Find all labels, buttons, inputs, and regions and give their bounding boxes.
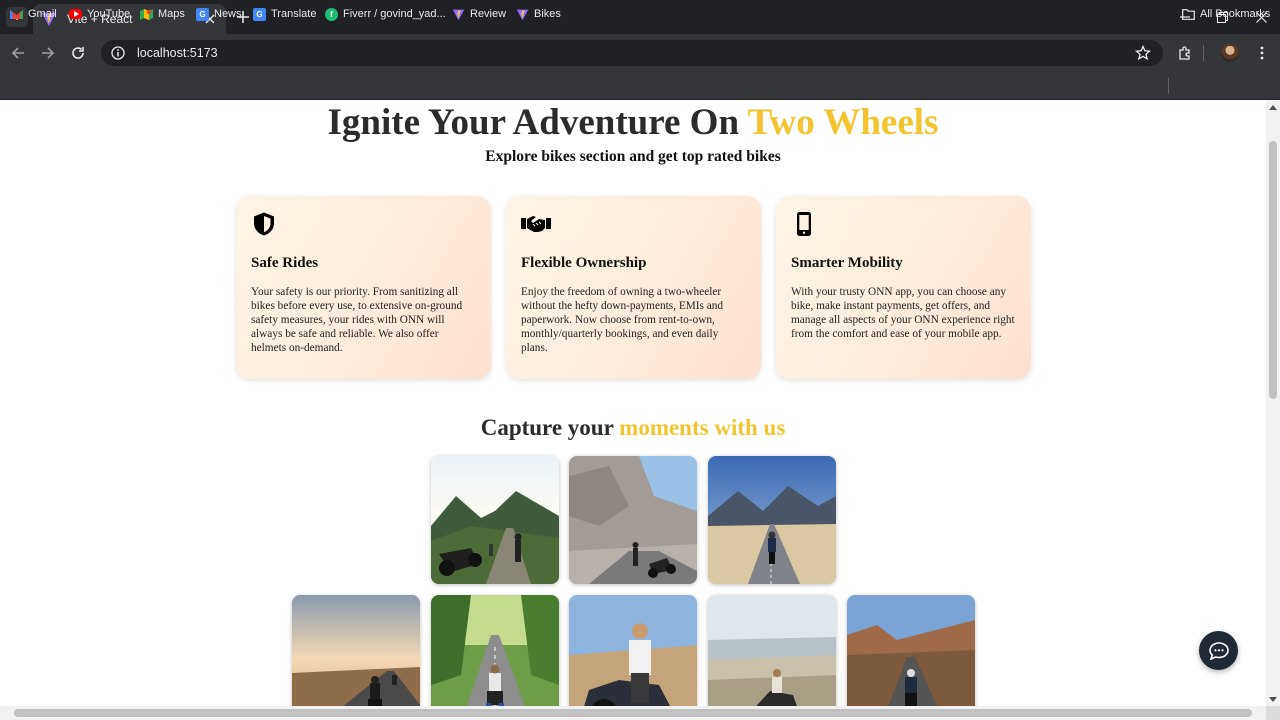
bookmark-label: Gmail	[28, 8, 57, 20]
hero-subtitle: Explore bikes section and get top rated …	[485, 148, 781, 165]
bookmark-label: Translate	[271, 8, 317, 20]
bookmark-news[interactable]: G News	[196, 5, 242, 23]
folder-icon	[1182, 8, 1195, 21]
vite-icon	[516, 8, 529, 21]
gallery-title-main: Capture your	[480, 415, 620, 440]
scroll-up-arrow-icon[interactable]	[1269, 105, 1277, 110]
gallery-photo[interactable]	[431, 595, 559, 706]
bookmarks-bar	[0, 72, 1280, 100]
feature-text: With your trusty ONN app, you can choose…	[791, 286, 1015, 340]
bookmark-translate[interactable]: G Translate	[253, 5, 316, 23]
hero-title-accent: Two Wheels	[747, 102, 939, 143]
vite-icon	[452, 8, 465, 21]
all-bookmarks-label: All Bookmarks	[1200, 8, 1271, 20]
news-icon: G	[196, 7, 209, 21]
bookmark-label: Review	[470, 8, 507, 20]
gallery-photo[interactable]	[708, 456, 836, 584]
feature-title: Smarter Mobility	[791, 255, 903, 271]
gallery-photo[interactable]	[431, 456, 559, 584]
hero-title: Ignite Your Adventure On Two Wheels	[0, 101, 1266, 144]
reload-icon	[72, 47, 84, 59]
arrow-right-icon	[42, 47, 55, 59]
bookmark-review[interactable]: Review	[452, 5, 506, 23]
bookmark-maps[interactable]: Maps	[140, 5, 185, 23]
feature-title: Safe Rides	[251, 255, 319, 271]
page-viewport: Ignite Your Adventure On Two Wheels Expl…	[0, 101, 1266, 706]
browser-tab-strip: Vite + React	[0, 0, 1280, 34]
feature-text: Enjoy the freedom of owning a two-wheele…	[521, 286, 724, 354]
gallery-photo[interactable]	[569, 456, 697, 584]
chat-bubble-icon	[1208, 641, 1229, 660]
back-button[interactable]	[8, 43, 28, 63]
bookmark-label: YouTube	[87, 8, 131, 20]
feature-text: Your safety is our priority. From saniti…	[251, 286, 463, 354]
scrollbar-corner	[1266, 706, 1280, 720]
extensions-button[interactable]	[1176, 44, 1194, 62]
bookmarks-divider	[1168, 78, 1169, 94]
horizontal-scroll-thumb[interactable]	[14, 709, 1252, 717]
gallery-title: Capture your moments with us	[0, 415, 1266, 441]
youtube-icon	[69, 9, 82, 19]
gallery-photo[interactable]	[569, 595, 697, 706]
bookmark-star-icon[interactable]	[1134, 44, 1152, 61]
kebab-menu-icon	[1260, 46, 1264, 60]
all-bookmarks-button[interactable]: All Bookmarks	[1182, 5, 1270, 23]
scroll-down-arrow-icon[interactable]	[1269, 697, 1277, 702]
site-info-icon[interactable]	[111, 46, 125, 60]
feature-card-smarter-mobility: Smarter Mobility With your trusty ONN ap…	[776, 196, 1031, 379]
bookmark-fiverr[interactable]: f Fiverr / govind_yad...	[325, 5, 446, 23]
shield-icon	[254, 212, 274, 236]
bookmark-label: Bikes	[534, 8, 561, 20]
gmail-icon	[10, 8, 23, 21]
maps-icon	[140, 8, 153, 21]
handshake-icon	[521, 216, 551, 232]
vertical-scroll-thumb[interactable]	[1269, 141, 1277, 399]
translate-icon: G	[253, 7, 266, 21]
profile-avatar[interactable]	[1221, 44, 1239, 62]
toolbar-divider	[1203, 45, 1204, 61]
feature-card-safe-rides: Safe Rides Your safety is our priority. …	[236, 196, 491, 379]
feature-card-flexible-ownership: Flexible Ownership Enjoy the freedom of …	[506, 196, 761, 379]
bookmark-bikes[interactable]: Bikes	[516, 5, 561, 23]
puzzle-icon	[1179, 46, 1190, 60]
gallery-photo[interactable]	[847, 595, 975, 706]
bookmark-label: News	[214, 8, 242, 20]
hero-title-main: Ignite Your Adventure On	[327, 102, 748, 143]
horizontal-scrollbar[interactable]	[0, 706, 1266, 720]
gallery-title-accent: moments with us	[619, 415, 786, 440]
gallery-photo[interactable]	[708, 595, 836, 706]
bookmark-gmail[interactable]: Gmail	[10, 5, 57, 23]
arrow-left-icon	[11, 47, 24, 59]
vertical-scrollbar[interactable]	[1266, 101, 1280, 706]
fiverr-icon: f	[325, 7, 338, 21]
url-text[interactable]: localhost:5173	[137, 46, 218, 60]
gallery-photo[interactable]	[292, 595, 420, 706]
bookmark-label: Fiverr / govind_yad...	[343, 8, 446, 20]
reload-button[interactable]	[68, 43, 88, 63]
mobile-phone-icon	[797, 212, 811, 236]
address-bar[interactable]: localhost:5173	[101, 40, 1163, 66]
browser-menu-button[interactable]	[1253, 44, 1271, 62]
chat-button[interactable]	[1199, 631, 1238, 670]
forward-button[interactable]	[38, 43, 58, 63]
bookmark-youtube[interactable]: YouTube	[69, 5, 130, 23]
feature-title: Flexible Ownership	[521, 255, 647, 271]
bookmark-label: Maps	[158, 8, 185, 20]
